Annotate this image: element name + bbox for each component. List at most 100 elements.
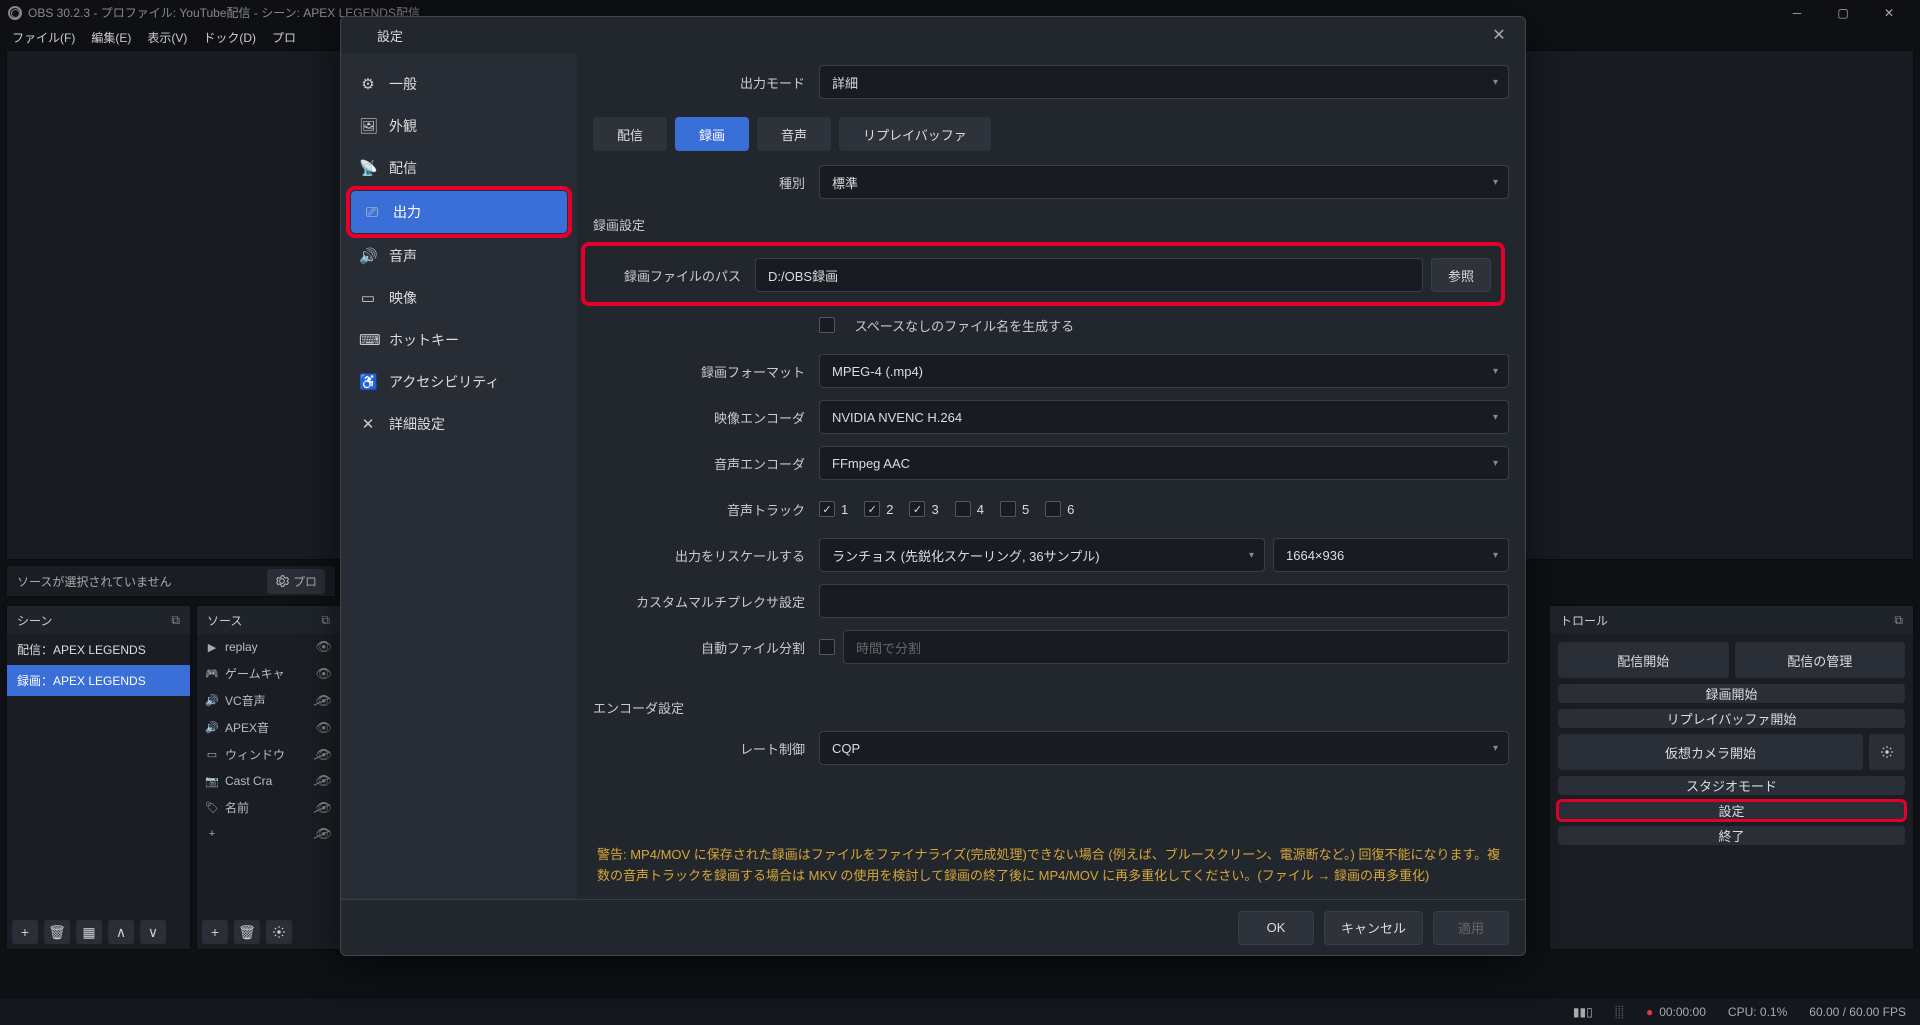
gear-icon (275, 574, 289, 588)
maximize-button[interactable]: ▢ (1820, 0, 1866, 25)
sidebar-item-一般[interactable]: ⚙一般 (341, 63, 577, 105)
dialog-title: 設定 (377, 26, 403, 45)
settings-button[interactable]: 設定 (1558, 801, 1905, 820)
mux-input[interactable] (819, 584, 1509, 618)
remove-scene-button[interactable]: 🗑 (44, 920, 70, 944)
source-item[interactable]: 🏷名前👁 (197, 794, 340, 821)
add-source-button[interactable]: + (202, 920, 228, 944)
vcam-start-button[interactable]: 仮想カメラ開始 (1558, 734, 1863, 770)
type-select[interactable]: 標準 (819, 165, 1509, 199)
rec-time: 00:00:00 (1659, 1005, 1706, 1019)
source-item[interactable]: 🔊APEX音👁 (197, 714, 340, 741)
ok-button[interactable]: OK (1238, 911, 1314, 945)
filter-scene-button[interactable]: ▦ (76, 920, 102, 944)
autosplit-checkbox[interactable] (819, 639, 835, 655)
add-scene-button[interactable]: + (12, 920, 38, 944)
sidebar-item-映像[interactable]: ▭映像 (341, 277, 577, 319)
browse-button[interactable]: 参照 (1431, 258, 1491, 292)
track-3-checkbox[interactable] (909, 501, 925, 517)
rescale-method-select[interactable]: ランチョス (先鋭化スケーリング, 36サンプル) (819, 538, 1265, 572)
track-1-checkbox[interactable] (819, 501, 835, 517)
properties-button[interactable]: プロ (267, 569, 325, 594)
venc-select[interactable]: NVIDIA NVENC H.264 (819, 400, 1509, 434)
properties-bar: ソースが選択されていません プロ (6, 565, 336, 597)
aenc-select[interactable]: FFmpeg AAC (819, 446, 1509, 480)
sidebar-item-配信[interactable]: 📡配信 (341, 147, 577, 189)
scenes-panel: シーン⧉ 配信：APEX LEGENDS 録画：APEX LEGENDS + 🗑… (6, 605, 191, 950)
status-bar: ▮▮▯ ⸽⸽⸽ ●00:00:00 CPU: 0.1% 60.00 / 60.0… (0, 997, 1920, 1025)
source-item[interactable]: 🔊VC音声👁 (197, 687, 340, 714)
rate-label: レート制御 (593, 739, 819, 758)
popout-icon[interactable]: ⧉ (171, 613, 180, 628)
sidebar-item-詳細設定[interactable]: ✕詳細設定 (341, 403, 577, 445)
exit-button[interactable]: 終了 (1558, 826, 1905, 845)
tab-録画[interactable]: 録画 (675, 117, 749, 151)
format-select[interactable]: MPEG-4 (.mp4) (819, 354, 1509, 388)
scene-item[interactable]: 配信：APEX LEGENDS (7, 634, 190, 665)
tab-音声[interactable]: 音声 (757, 117, 831, 151)
visibility-toggle[interactable]: 👁 (315, 826, 332, 842)
source-item[interactable]: 🎮ゲームキャ👁 (197, 660, 340, 687)
rec-settings-title: 録画設定 (593, 215, 1509, 234)
visibility-toggle[interactable]: 👁 (315, 693, 332, 709)
dialog-close-button[interactable]: ✕ (1485, 21, 1513, 49)
sources-panel: ソース⧉ ▶replay👁🎮ゲームキャ👁🔊VC音声👁🔊APEX音👁▭ウィンドウ👁… (196, 605, 341, 950)
menu-edit[interactable]: 編集(E) (85, 26, 137, 49)
scene-down-button[interactable]: ∨ (140, 920, 166, 944)
apply-button: 適用 (1433, 911, 1509, 945)
popout-icon[interactable]: ⧉ (1894, 613, 1903, 628)
output-mode-label: 出力モード (593, 73, 819, 92)
sidebar-item-アクセシビリティ[interactable]: ♿アクセシビリティ (341, 361, 577, 403)
vcam-settings-button[interactable] (1869, 734, 1905, 770)
source-item[interactable]: ▭ウィンドウ👁 (197, 741, 340, 768)
tab-配信[interactable]: 配信 (593, 117, 667, 151)
replay-buffer-button[interactable]: リプレイバッファ開始 (1558, 709, 1905, 728)
sidebar-item-外観[interactable]: 🖼外観 (341, 105, 577, 147)
scene-item[interactable]: 録画：APEX LEGENDS (7, 665, 190, 696)
source-props-button[interactable] (266, 920, 292, 944)
enc-settings-title: エンコーダ設定 (593, 698, 1509, 717)
sidebar-item-音声[interactable]: 🔊音声 (341, 235, 577, 277)
menu-dock[interactable]: ドック(D) (197, 26, 262, 49)
close-button[interactable]: ✕ (1866, 0, 1912, 25)
remove-source-button[interactable]: 🗑 (234, 920, 260, 944)
rescale-res-select[interactable]: 1664×936 (1273, 538, 1509, 572)
nospaces-checkbox[interactable] (819, 317, 835, 333)
scene-up-button[interactable]: ∧ (108, 920, 134, 944)
tab-リプレイバッファ[interactable]: リプレイバッファ (839, 117, 991, 151)
sidebar-item-出力[interactable]: ⎚出力 (351, 191, 567, 233)
sidebar-item-ホットキー[interactable]: ⌨ホットキー (341, 319, 577, 361)
minimize-button[interactable]: ─ (1774, 0, 1820, 25)
studio-mode-button[interactable]: スタジオモード (1558, 776, 1905, 795)
source-item[interactable]: 📷Cast Cra👁 (197, 768, 340, 794)
source-item[interactable]: +👁 (197, 821, 340, 847)
track-2-checkbox[interactable] (864, 501, 880, 517)
stream-manage-button[interactable]: 配信の管理 (1735, 642, 1906, 678)
stream-start-button[interactable]: 配信開始 (1558, 642, 1729, 678)
rate-select[interactable]: CQP (819, 731, 1509, 765)
menu-view[interactable]: 表示(V) (141, 26, 193, 49)
record-start-button[interactable]: 録画開始 (1558, 684, 1905, 703)
output-mode-select[interactable]: 詳細 (819, 65, 1509, 99)
visibility-toggle[interactable]: 👁 (315, 747, 332, 763)
controls-title: トロール (1560, 612, 1608, 629)
track-5-checkbox[interactable] (1000, 501, 1016, 517)
menu-file[interactable]: ファイル(F) (6, 26, 81, 49)
popout-icon[interactable]: ⧉ (321, 613, 330, 628)
source-type-icon: + (205, 828, 219, 840)
visibility-toggle[interactable]: 👁 (315, 666, 332, 682)
network-icon: ▮▮▯ (1573, 1005, 1593, 1019)
track-4-checkbox[interactable] (955, 501, 971, 517)
menu-profile[interactable]: プロ (266, 26, 302, 49)
settings-sidebar: ⚙一般🖼外観📡配信⎚出力🔊音声▭映像⌨ホットキー♿アクセシビリティ✕詳細設定 (341, 53, 577, 899)
rec-path-input[interactable]: D:/OBS録画 (755, 258, 1423, 292)
track-6-checkbox[interactable] (1045, 501, 1061, 517)
venc-label: 映像エンコーダ (593, 408, 819, 427)
sidebar-icon: 🔊 (359, 247, 377, 265)
cancel-button[interactable]: キャンセル (1324, 911, 1423, 945)
visibility-toggle[interactable]: 👁 (315, 720, 332, 736)
visibility-toggle[interactable]: 👁 (315, 639, 332, 655)
visibility-toggle[interactable]: 👁 (315, 773, 332, 789)
source-item[interactable]: ▶replay👁 (197, 634, 340, 660)
visibility-toggle[interactable]: 👁 (315, 800, 332, 816)
